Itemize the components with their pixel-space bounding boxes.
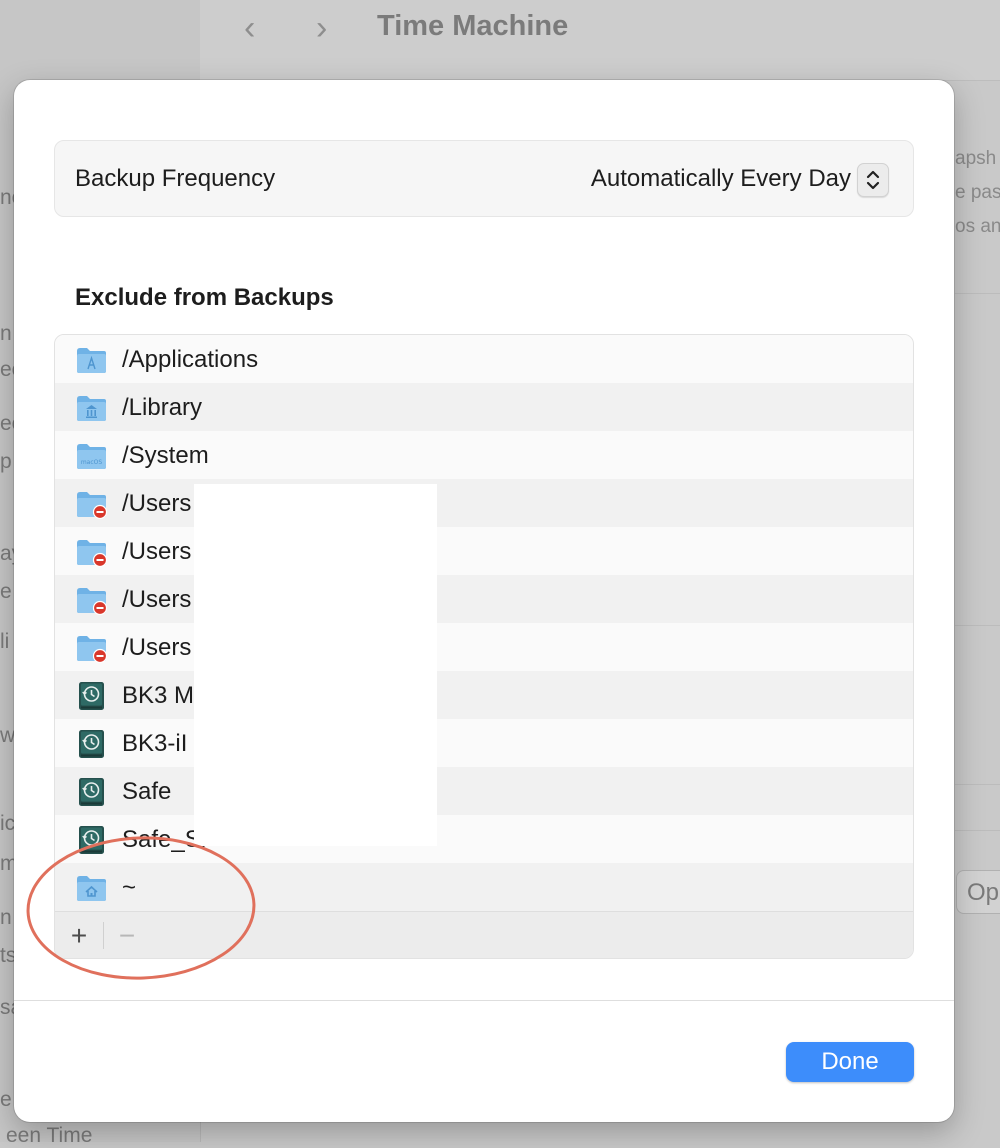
background-divider	[955, 293, 1000, 294]
backup-frequency-popup-button[interactable]	[857, 163, 889, 197]
time-machine-disk-icon	[75, 824, 107, 854]
macos-folder-icon: macOS	[75, 440, 107, 470]
exclude-item-label: BK3-iI	[122, 730, 188, 757]
backup-options-sheet: Backup Frequency Automatically Every Day…	[14, 80, 954, 1122]
exclude-item-label: Safe	[122, 778, 172, 805]
background-sidebar-fragment: n	[0, 322, 12, 345]
exclude-list-row[interactable]: /Applications	[55, 335, 913, 383]
home-folder-icon	[75, 872, 107, 902]
background-content-fragment: os an	[955, 216, 1000, 237]
background-sidebar-fragment: e	[0, 580, 12, 603]
library-folder-icon	[75, 392, 107, 422]
background-sidebar-fragment: een Time	[6, 1124, 93, 1147]
exclude-item-label: /Users	[122, 634, 192, 661]
restricted-folder-icon	[75, 632, 108, 664]
restricted-folder-icon	[75, 488, 108, 520]
exclude-list-row[interactable]: Safe	[55, 767, 913, 815]
exclude-list-row[interactable]: macOS/System	[55, 431, 913, 479]
options-button[interactable]: Op	[956, 870, 1000, 914]
applications-folder-icon	[75, 344, 107, 374]
exclude-list-row[interactable]: BK3-iI	[55, 719, 913, 767]
exclude-list-row[interactable]: Safe_Si	[55, 815, 913, 863]
background-sidebar-fragment: li	[0, 630, 10, 653]
exclude-list-row[interactable]: /Users	[55, 527, 913, 575]
sheet-divider	[14, 1000, 954, 1001]
restricted-folder-icon	[75, 584, 108, 616]
exclude-list-row[interactable]: /Library	[55, 383, 913, 431]
background-content-fragment: apsh	[955, 148, 997, 169]
exclude-list-row[interactable]: BK3 M	[55, 671, 913, 719]
background-sidebar-fragment: p	[0, 450, 12, 473]
exclude-item-label: BK3 M	[122, 682, 195, 709]
time-machine-disk-icon	[75, 776, 107, 806]
done-button[interactable]: Done	[786, 1042, 914, 1082]
background-sidebar-fragment: ic	[0, 812, 16, 835]
restricted-folder-icon	[75, 536, 108, 568]
exclude-item-label: ~	[122, 874, 137, 901]
remove-exclusion-button[interactable]: −	[103, 912, 151, 958]
exclude-section-title: Exclude from Backups	[75, 284, 334, 311]
backup-frequency-value[interactable]: Automatically Every Day	[591, 165, 851, 193]
background-divider	[955, 625, 1000, 626]
list-footer: + −	[55, 911, 913, 958]
up-down-chevron-icon	[866, 170, 880, 190]
exclude-item-label: /Users	[122, 586, 192, 613]
time-machine-disk-icon	[75, 728, 107, 758]
exclude-list-row[interactable]: ~	[55, 863, 913, 911]
svg-text:macOS: macOS	[81, 459, 103, 466]
exclude-item-label: /Users	[122, 490, 192, 517]
exclude-item-label: /Applications	[122, 346, 259, 373]
exclude-item-label: /Users	[122, 538, 192, 565]
background-sidebar-fragment: n	[0, 906, 12, 929]
backup-frequency-row: Backup Frequency Automatically Every Day	[54, 140, 914, 217]
nav-forward-button[interactable]: ›	[316, 8, 327, 48]
time-machine-disk-icon	[75, 680, 107, 710]
background-divider	[955, 784, 1000, 785]
exclude-list-row[interactable]: /Users	[55, 575, 913, 623]
redacted-area	[194, 484, 437, 846]
background-sidebar-fragment: w	[0, 724, 16, 747]
backup-frequency-label: Backup Frequency	[75, 165, 276, 192]
exclude-list-row[interactable]: /Users	[55, 479, 913, 527]
background-content-fragment: e pas	[955, 182, 1000, 203]
background-divider	[955, 830, 1000, 831]
nav-back-button[interactable]: ‹	[244, 8, 255, 48]
exclude-item-label: /Library	[122, 394, 203, 421]
exclude-item-label: /System	[122, 442, 209, 469]
exclude-list-row[interactable]: /Users	[55, 623, 913, 671]
add-exclusion-button[interactable]: +	[55, 912, 103, 958]
window-title: Time Machine	[377, 10, 569, 42]
exclude-list: /Applications/Library macOS/System/Users /…	[54, 334, 914, 959]
